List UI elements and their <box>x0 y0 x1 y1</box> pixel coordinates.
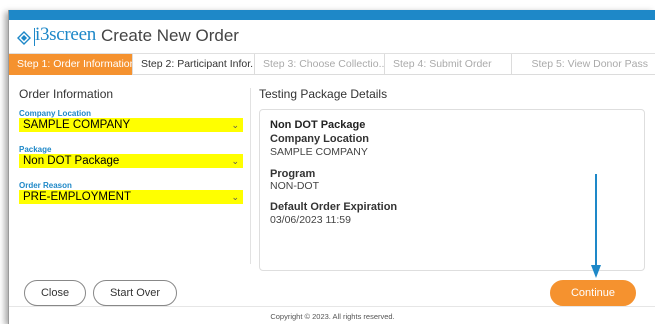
order-reason-value: PRE-EMPLOYMENT <box>23 191 131 203</box>
detail-company-location-label: Company Location <box>270 133 370 145</box>
chevron-down-icon: ⌄ <box>231 192 239 202</box>
package-title: Non DOT Package <box>270 119 366 131</box>
top-accent-bar <box>9 10 655 20</box>
package-select[interactable]: Non DOT Package ⌄ <box>19 154 243 168</box>
order-reason-label: Order Reason <box>19 181 72 190</box>
detail-expiration-value: 03/06/2023 11:59 <box>270 214 351 226</box>
chevron-down-icon: ⌄ <box>231 156 239 166</box>
detail-company-location-value: SAMPLE COMPANY <box>270 146 368 158</box>
step-tabs: Step 1: Order Information Step 2: Partic… <box>9 53 655 75</box>
detail-program-label: Program <box>270 168 316 180</box>
start-over-button[interactable]: Start Over <box>93 280 177 306</box>
tab-step-5[interactable]: Step 5: View Donor Pass <box>512 54 655 75</box>
diamond-logo-icon <box>17 31 31 45</box>
copyright-footer: Copyright © 2023. All rights reserved. <box>9 306 655 324</box>
page-title: Create New Order <box>101 26 239 45</box>
tab-step-4[interactable]: Step 4: Submit Order <box>385 54 512 75</box>
order-window: i3screen Create New Order Step 1: Order … <box>8 10 655 324</box>
column-divider <box>250 88 251 264</box>
package-value: Non DOT Package <box>23 155 120 167</box>
detail-expiration-label: Default Order Expiration <box>270 201 398 213</box>
continue-button[interactable]: Continue <box>550 280 636 306</box>
close-button[interactable]: Close <box>24 280 86 306</box>
tab-step-3[interactable]: Step 3: Choose Collectio... <box>255 54 385 75</box>
tab-step-2[interactable]: Step 2: Participant Infor... <box>133 54 255 75</box>
brand-name: i3screen <box>35 24 96 45</box>
package-label: Package <box>19 145 52 154</box>
arrow-down-annotation <box>591 174 601 278</box>
order-reason-select[interactable]: PRE-EMPLOYMENT ⌄ <box>19 190 243 204</box>
tab-step-1[interactable]: Step 1: Order Information <box>9 54 133 75</box>
testing-package-heading: Testing Package Details <box>259 87 388 101</box>
company-location-label: Company Location <box>19 109 92 118</box>
company-location-select[interactable]: SAMPLE COMPANY ⌄ <box>19 118 243 132</box>
chevron-down-icon: ⌄ <box>231 120 239 130</box>
detail-program-value: NON-DOT <box>270 180 319 192</box>
order-information-heading: Order Information <box>19 87 114 101</box>
company-location-value: SAMPLE COMPANY <box>23 119 131 131</box>
package-details-panel: Non DOT Package Company Location SAMPLE … <box>259 109 645 271</box>
